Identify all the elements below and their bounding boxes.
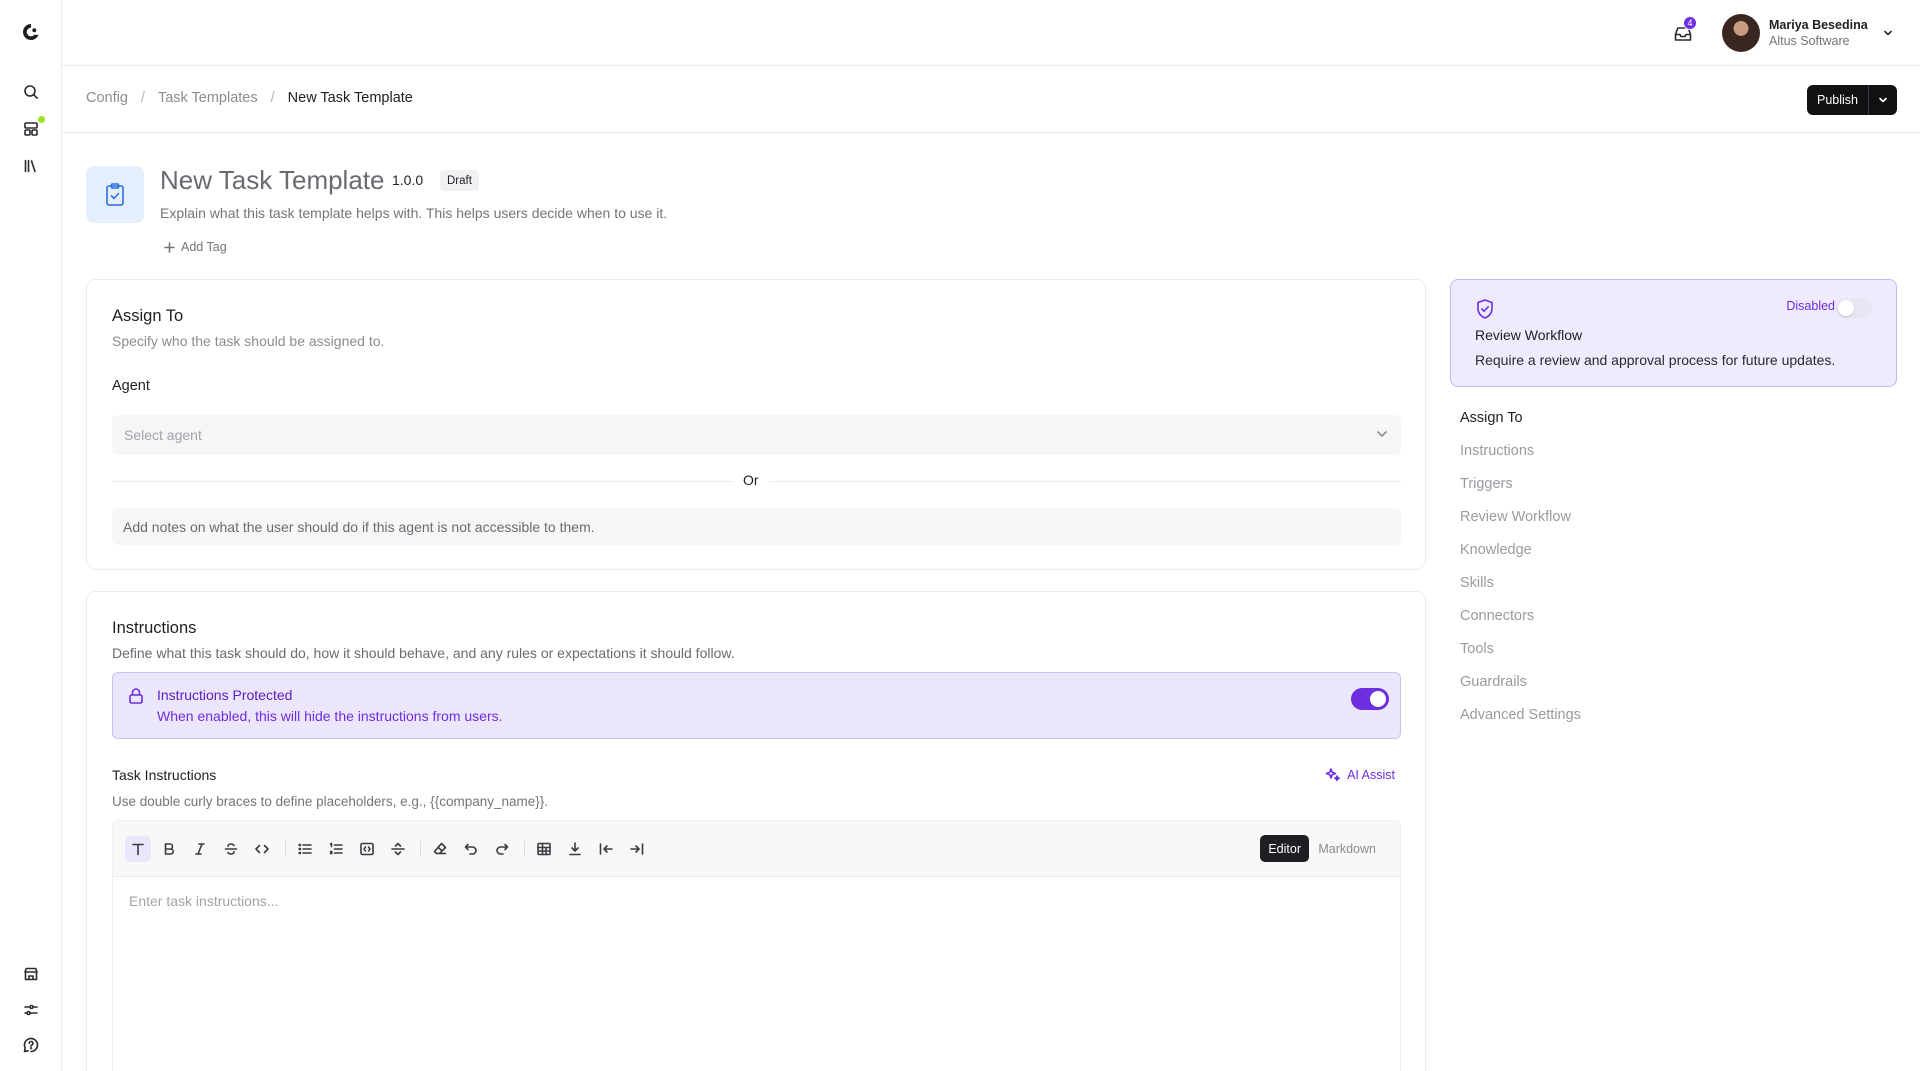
logo-icon[interactable] [19,20,43,44]
editor-mode-button[interactable]: Editor [1260,835,1309,862]
breadcrumb: Config / Task Templates / New Task Templ… [86,90,413,106]
template-description[interactable]: Explain what this task template helps wi… [160,205,667,221]
toc-item-guardrails[interactable]: Guardrails [1460,674,1581,707]
toc-item-advanced-settings[interactable]: Advanced Settings [1460,707,1581,740]
code-icon[interactable] [249,836,275,862]
toolbar-divider [285,841,286,857]
user-menu[interactable]: Mariya Besedina Altus Software [1722,14,1894,52]
agent-select[interactable]: Select agent [112,415,1401,455]
publish-options-button[interactable] [1869,85,1897,115]
instructions-protected-banner: Instructions Protected When enabled, thi… [112,672,1401,739]
ai-assist-label: AI Assist [1347,768,1395,782]
instructions-protected-toggle[interactable] [1351,688,1389,710]
chevron-down-icon [1375,427,1389,441]
online-dot [38,116,45,123]
inbox-button[interactable]: 4 [1668,16,1698,48]
notification-badge: 4 [1683,16,1697,30]
left-rail [0,0,62,1071]
table-icon[interactable] [531,836,557,862]
section-subtitle: Specify who the task should be assigned … [112,333,385,349]
library-icon[interactable] [19,154,43,178]
template-title[interactable]: New Task Template [160,165,384,196]
markdown-mode-button[interactable]: Markdown [1318,835,1376,862]
section-title: Assign To [112,307,184,325]
editor-toolbar: Editor Markdown [113,821,1400,877]
add-tag-label: Add Tag [181,240,227,254]
help-icon[interactable] [19,1033,43,1057]
review-workflow-description: Require a review and approval process fo… [1475,352,1836,368]
clipboard-check-icon [86,166,144,223]
numbered-list-icon[interactable] [323,836,349,862]
sparkle-icon [1325,768,1341,782]
or-separator: Or [733,472,769,488]
breadcrumb-current: New Task Template [287,90,413,106]
chevron-down-icon [1879,97,1887,103]
status-badge: Draft [440,170,479,191]
strikethrough-icon[interactable] [218,836,244,862]
toc-item-connectors[interactable]: Connectors [1460,608,1581,641]
task-instructions-input[interactable]: Enter task instructions... [129,893,278,909]
section-navigation: Assign To Instructions Triggers Review W… [1460,410,1581,740]
breadcrumb-separator: / [270,90,275,106]
instructions-section: Instructions Define what this task shoul… [86,591,1426,1071]
indent-icon[interactable] [624,836,650,862]
chevron-down-icon [1882,27,1894,39]
toc-item-triggers[interactable]: Triggers [1460,476,1581,509]
toc-item-review-workflow[interactable]: Review Workflow [1460,509,1581,542]
horizontal-rule-icon[interactable] [385,836,411,862]
italic-icon[interactable] [187,836,213,862]
redo-icon[interactable] [489,836,515,862]
toc-item-tools[interactable]: Tools [1460,641,1581,674]
search-icon[interactable] [19,80,43,104]
code-block-icon[interactable] [354,836,380,862]
user-org: Altus Software [1769,34,1850,48]
protected-description: When enabled, this will hide the instruc… [157,708,503,724]
undo-icon[interactable] [458,836,484,862]
review-workflow-status: Disabled [1786,299,1835,313]
review-workflow-toggle[interactable] [1836,298,1872,318]
bullet-list-icon[interactable] [292,836,318,862]
ai-assist-button[interactable]: AI Assist [1325,767,1395,783]
breadcrumb-item-config[interactable]: Config [86,90,128,106]
version-label: 1.0.0 [392,172,424,188]
toc-item-instructions[interactable]: Instructions [1460,443,1581,476]
toc-item-skills[interactable]: Skills [1460,575,1581,608]
insert-below-icon[interactable] [562,836,588,862]
section-subtitle: Define what this task should do, how it … [112,645,735,661]
breadcrumb-bar: Config / Task Templates / New Task Templ… [62,66,1920,133]
protected-title: Instructions Protected [157,687,293,703]
publish-split-button: Publish [1807,85,1897,115]
publish-button[interactable]: Publish [1807,85,1869,115]
review-workflow-card: Disabled Review Workflow Require a revie… [1450,279,1897,387]
rich-text-editor: Editor Markdown Enter task instructions.… [112,820,1401,1071]
text-style-icon[interactable] [125,836,151,862]
toc-item-assign-to[interactable]: Assign To [1460,410,1581,443]
settings-sliders-icon[interactable] [19,998,43,1022]
toc-item-knowledge[interactable]: Knowledge [1460,542,1581,575]
bold-icon[interactable] [156,836,182,862]
toolbar-divider [524,841,525,857]
shield-check-icon [1475,298,1495,320]
task-instructions-help: Use double curly braces to define placeh… [112,794,549,809]
add-tag-button[interactable]: Add Tag [164,240,227,254]
section-title: Instructions [112,619,197,637]
store-icon[interactable] [19,962,43,986]
clear-format-icon[interactable] [427,836,453,862]
agent-select-placeholder: Select agent [124,427,202,443]
top-bar: 4 Mariya Besedina Altus Software [62,0,1920,66]
breadcrumb-item-task-templates[interactable]: Task Templates [158,90,258,106]
avatar [1722,14,1760,52]
lock-icon [127,687,145,705]
breadcrumb-separator: / [140,90,145,106]
assign-to-section: Assign To Specify who the task should be… [86,279,1426,570]
user-name: Mariya Besedina [1769,18,1868,32]
task-instructions-label: Task Instructions [112,767,217,783]
agent-label: Agent [112,378,150,394]
outdent-icon[interactable] [593,836,619,862]
toolbar-divider [420,841,421,857]
agent-notes-field[interactable]: Add notes on what the user should do if … [112,508,1401,545]
review-workflow-title: Review Workflow [1475,327,1583,343]
plus-icon [164,241,175,253]
templates-icon[interactable] [19,116,45,141]
